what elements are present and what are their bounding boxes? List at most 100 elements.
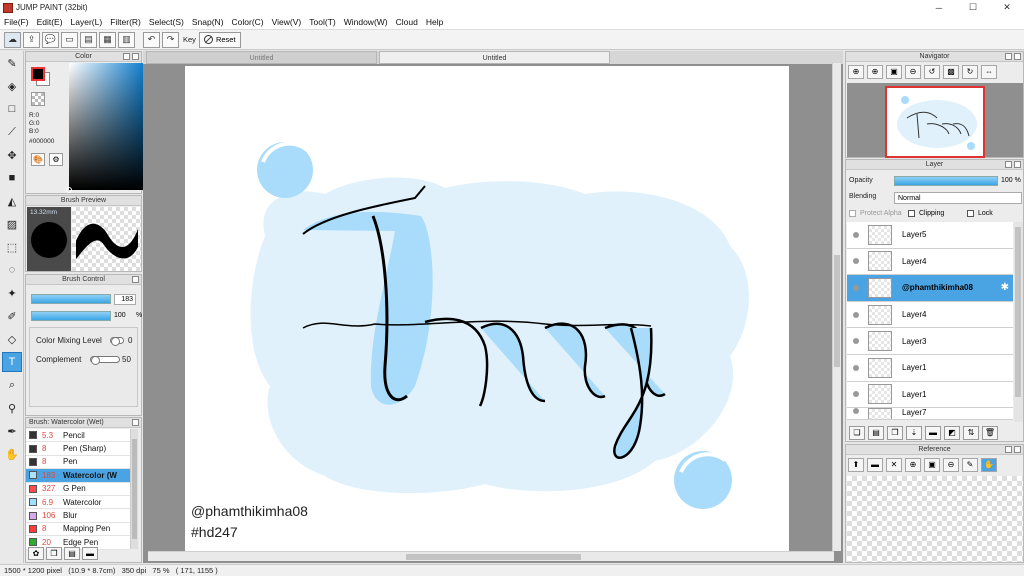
color-picker-icon[interactable]: ⚙ bbox=[49, 153, 63, 166]
layer-folder-icon[interactable]: ▬ bbox=[925, 426, 941, 440]
saturation-value-picker[interactable] bbox=[66, 63, 149, 193]
reference-add-icon[interactable]: ⬆ bbox=[848, 458, 864, 472]
new-layer-icon[interactable]: ❏ bbox=[849, 426, 865, 440]
brush-item[interactable]: 6.9 Watercolor bbox=[26, 495, 130, 510]
maximize-button[interactable]: ☐ bbox=[956, 0, 990, 15]
menu-window[interactable]: Window(W) bbox=[340, 15, 392, 30]
dropper-tool-icon[interactable]: ⚲ bbox=[2, 398, 22, 418]
blending-select[interactable]: Normal bbox=[894, 192, 1022, 204]
layer-row-selected[interactable]: @phamthikimha08 ✱ bbox=[847, 275, 1013, 302]
fill-rect-tool-icon[interactable]: ■ bbox=[2, 168, 22, 188]
zoom-in-icon[interactable]: ⊕ bbox=[867, 65, 883, 79]
minimize-button[interactable]: ─ bbox=[922, 0, 956, 15]
line-tool-icon[interactable]: ⟋ bbox=[2, 122, 22, 142]
canvas-vertical-scrollbar[interactable] bbox=[832, 63, 841, 551]
reset-view-icon[interactable]: ▩ bbox=[943, 65, 959, 79]
reference-fit-icon[interactable]: ▣ bbox=[924, 458, 940, 472]
menu-color[interactable]: Color(C) bbox=[228, 15, 268, 30]
reference-zoom-in-icon[interactable]: ⊕ bbox=[905, 458, 921, 472]
flip-icon[interactable]: ⇔ bbox=[981, 65, 997, 79]
layer-row[interactable]: Layer5 bbox=[847, 222, 1013, 249]
brush-item[interactable]: 183 Watercolor (W bbox=[26, 469, 130, 483]
brush-folder-icon[interactable]: ▬ bbox=[82, 547, 98, 560]
brush-item[interactable]: 8 Pen (Sharp) bbox=[26, 442, 130, 456]
close-button[interactable]: ✕ bbox=[990, 0, 1024, 15]
reference-close-icon[interactable]: ✕ bbox=[886, 458, 902, 472]
menu-view[interactable]: View(V) bbox=[268, 15, 306, 30]
close-icon[interactable] bbox=[1014, 53, 1021, 60]
layer-row[interactable]: Layer3 bbox=[847, 328, 1013, 355]
layer-list-scrollbar[interactable] bbox=[1014, 222, 1023, 422]
palette-icon[interactable]: 🎨 bbox=[31, 153, 45, 166]
reference-open-icon[interactable]: ▬ bbox=[867, 458, 883, 472]
zoom-fit-icon[interactable]: ⊕ bbox=[848, 65, 864, 79]
layer-row[interactable]: Layer4 bbox=[847, 301, 1013, 329]
clipping-checkbox[interactable]: Clipping bbox=[908, 210, 944, 217]
protect-alpha-checkbox[interactable]: Protect Alpha bbox=[849, 210, 902, 217]
brush-item[interactable]: 8 Mapping Pen bbox=[26, 522, 130, 537]
visibility-icon[interactable] bbox=[853, 311, 859, 318]
drawing-canvas[interactable]: @phamthikimha08 #hd247 bbox=[185, 66, 789, 551]
brush-item[interactable]: 106 Blur bbox=[26, 509, 130, 523]
menu-filter[interactable]: Filter(R) bbox=[106, 15, 145, 30]
brush-item[interactable]: 327 G Pen bbox=[26, 482, 130, 496]
cloud-icon[interactable]: ☁ bbox=[4, 31, 21, 48]
magic-wand-tool-icon[interactable]: ✦ bbox=[2, 283, 22, 303]
float-icon[interactable] bbox=[1005, 53, 1012, 60]
brush-list-scrollbar[interactable] bbox=[130, 429, 138, 549]
close-icon[interactable] bbox=[1014, 161, 1021, 168]
brush-opacity-slider[interactable] bbox=[31, 311, 111, 321]
scroll-thumb[interactable] bbox=[834, 255, 840, 367]
menu-file[interactable]: File(F) bbox=[0, 15, 33, 30]
menu-layer[interactable]: Layer(L) bbox=[67, 15, 107, 30]
brush-item[interactable]: 8 Pen bbox=[26, 455, 130, 470]
layer-row[interactable]: Layer1 bbox=[847, 354, 1013, 382]
close-icon[interactable] bbox=[1014, 446, 1021, 453]
share-icon[interactable]: ⇪ bbox=[23, 31, 40, 48]
select-pen-tool-icon[interactable]: ✐ bbox=[2, 306, 22, 326]
message-icon[interactable]: ▭ bbox=[61, 31, 78, 48]
copy-layer-icon[interactable]: ❐ bbox=[887, 426, 903, 440]
zoom-out-icon[interactable]: ⊖ bbox=[905, 65, 921, 79]
undo-icon[interactable]: ↶ bbox=[143, 31, 160, 48]
menu-cloud[interactable]: Cloud bbox=[392, 15, 422, 30]
reference-view[interactable] bbox=[847, 476, 1023, 562]
menu-select[interactable]: Select(S) bbox=[145, 15, 188, 30]
transparent-color-swatch[interactable] bbox=[31, 92, 45, 106]
visibility-icon[interactable] bbox=[853, 284, 859, 291]
reset-button[interactable]: Reset bbox=[198, 31, 241, 48]
brush-opacity-value[interactable]: 100 bbox=[114, 311, 126, 322]
float-icon[interactable] bbox=[1005, 446, 1012, 453]
navigator-view[interactable] bbox=[847, 83, 1023, 158]
menu-help[interactable]: Help bbox=[422, 15, 447, 30]
tab-untitled-2[interactable]: Untitled bbox=[379, 51, 610, 64]
rotate-right-icon[interactable]: ↻ bbox=[962, 65, 978, 79]
zoom-select-tool-icon[interactable]: ⌕ bbox=[2, 375, 22, 395]
select-eraser-tool-icon[interactable]: ◇ bbox=[2, 329, 22, 349]
navigator-thumbnail[interactable] bbox=[885, 86, 985, 158]
visibility-icon[interactable] bbox=[853, 338, 859, 345]
menu-snap[interactable]: Snap(N) bbox=[188, 15, 228, 30]
visibility-icon[interactable] bbox=[853, 231, 859, 238]
float-icon[interactable] bbox=[1005, 161, 1012, 168]
move-tool-icon[interactable]: ✥ bbox=[2, 145, 22, 165]
brush-copy-icon[interactable]: ❐ bbox=[46, 547, 62, 560]
text-tool-icon[interactable]: T bbox=[2, 352, 22, 372]
menu-edit[interactable]: Edit(E) bbox=[33, 15, 67, 30]
visibility-icon[interactable] bbox=[853, 258, 859, 265]
foreground-color-swatch[interactable] bbox=[31, 67, 45, 81]
eraser-tool-icon[interactable]: ◈ bbox=[2, 76, 22, 96]
brush-settings-icon[interactable]: ▤ bbox=[64, 547, 80, 560]
rotate-left-icon[interactable]: ↺ bbox=[924, 65, 940, 79]
layer-move-icon[interactable]: ⇅ bbox=[963, 426, 979, 440]
comment-icon[interactable]: 💬 bbox=[42, 31, 59, 48]
delete-layer-icon[interactable]: 🗑 bbox=[982, 426, 998, 440]
canvas-horizontal-scrollbar[interactable] bbox=[148, 551, 834, 561]
document-icon[interactable]: ▤ bbox=[80, 31, 97, 48]
bucket-tool-icon[interactable]: ◭ bbox=[2, 191, 22, 211]
lock-checkbox[interactable]: Lock bbox=[967, 210, 993, 217]
layer-opacity-slider[interactable] bbox=[894, 176, 998, 186]
close-icon[interactable] bbox=[132, 419, 139, 426]
select-rect-tool-icon[interactable]: ⬚ bbox=[2, 237, 22, 257]
redo-icon[interactable]: ↷ bbox=[162, 31, 179, 48]
